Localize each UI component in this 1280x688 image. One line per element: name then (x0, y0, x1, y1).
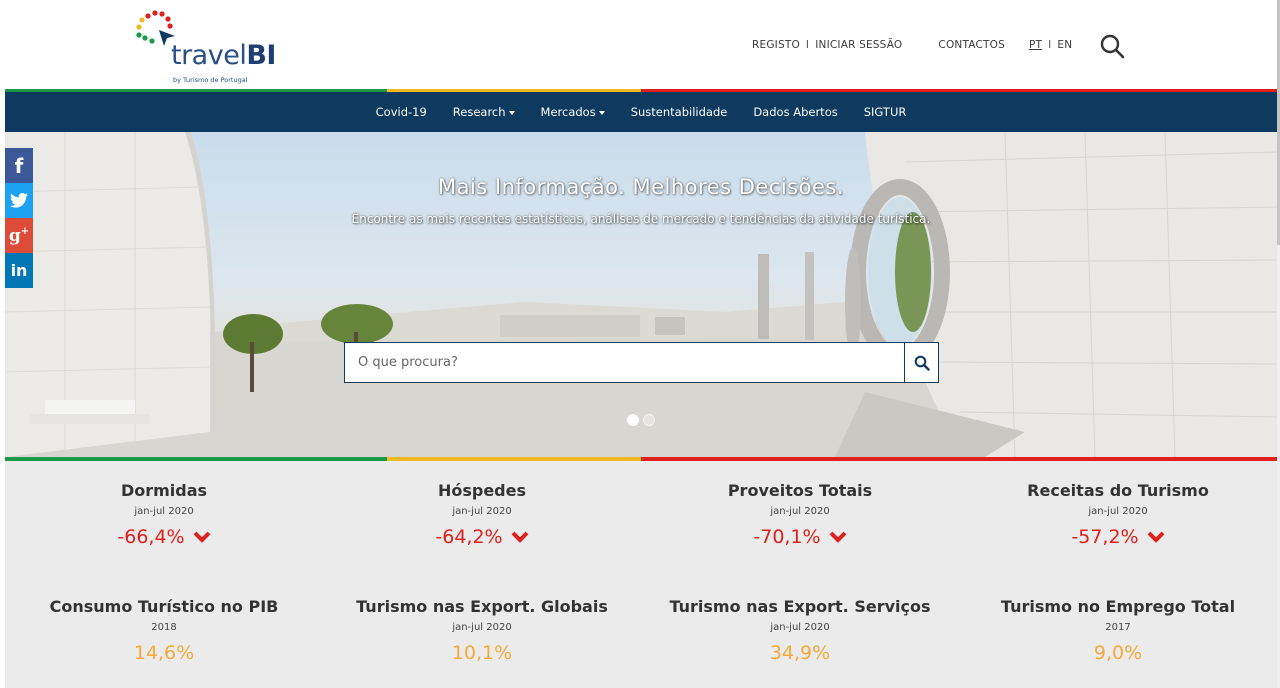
stat-hospedes[interactable]: Hóspedes jan-jul 2020 -64,2% (323, 481, 641, 548)
logo-subtitle: by Turismo de Portugal (173, 76, 248, 84)
social-share-bar: f g + in (5, 148, 33, 288)
main-navbar: Covid-19 Research Mercados Sustentabilid… (5, 92, 1277, 132)
carousel-dot-1[interactable] (627, 414, 639, 426)
nav-sustentabilidade[interactable]: Sustentabilidade (631, 105, 728, 119)
nav-dados-abertos[interactable]: Dados Abertos (753, 105, 837, 119)
stat-title: Proveitos Totais (727, 481, 873, 500)
contactos-link[interactable]: CONTACTOS (938, 39, 1005, 51)
lang-divider: I (1048, 39, 1052, 51)
registo-link[interactable]: REGISTO (752, 39, 800, 51)
stat-title: Turismo nas Export. Serviços (669, 597, 931, 616)
logo-wordmark: travelBI (171, 40, 276, 71)
caret-down-icon (508, 110, 515, 115)
stat-period: jan-jul 2020 (770, 622, 830, 633)
lang-en-link[interactable]: EN (1057, 39, 1072, 51)
carousel-dot-2[interactable] (643, 414, 655, 426)
stat-dormidas[interactable]: Dormidas jan-jul 2020 -66,4% (5, 481, 323, 548)
link-divider: I (805, 39, 810, 51)
stat-period: 2017 (1105, 622, 1131, 633)
stat-title: Hóspedes (437, 481, 527, 500)
search-icon (914, 355, 930, 371)
stat-proveitos[interactable]: Proveitos Totais jan-jul 2020 -70,1% (641, 481, 959, 548)
chevron-down-icon (511, 531, 529, 543)
stat-title: Turismo nas Export. Globais (356, 597, 608, 616)
stat-value: 10,1% (451, 642, 513, 664)
nav-research[interactable]: Research (453, 105, 515, 119)
stat-value: 34,9% (769, 642, 831, 664)
stat-period: jan-jul 2020 (452, 506, 512, 517)
stat-export-globais[interactable]: Turismo nas Export. Globais jan-jul 2020… (323, 597, 641, 664)
hero-title: Mais Informação. Melhores Decisões. (437, 175, 845, 199)
nav-covid[interactable]: Covid-19 (376, 105, 427, 119)
caret-down-icon (598, 110, 605, 115)
linkedin-icon[interactable]: in (5, 253, 33, 288)
stat-consumo-pib[interactable]: Consumo Turístico no PIB 2018 14,6% (5, 597, 323, 664)
stat-title: Turismo no Emprego Total (1000, 597, 1236, 616)
nav-sigtur[interactable]: SIGTUR (864, 105, 907, 119)
hero-banner: Mais Informação. Melhores Decisões. Enco… (5, 132, 1277, 457)
search-icon[interactable] (1099, 33, 1125, 59)
stat-title: Receitas do Turismo (1027, 481, 1209, 500)
stat-period: jan-jul 2020 (134, 506, 194, 517)
top-links: REGISTO I INICIAR SESSÃO CONTACTOS PT I … (752, 39, 1072, 51)
stat-emprego-total[interactable]: Turismo no Emprego Total 2017 9,0% (959, 597, 1277, 664)
stat-period: jan-jul 2020 (770, 506, 830, 517)
stat-title: Consumo Turístico no PIB (49, 597, 279, 616)
login-link[interactable]: INICIAR SESSÃO (815, 39, 902, 51)
nav-mercados[interactable]: Mercados (541, 105, 605, 119)
stat-export-servicos[interactable]: Turismo nas Export. Serviços jan-jul 202… (641, 597, 959, 664)
travelbi-logo[interactable]: travelBI by Turismo de Portugal (135, 10, 276, 90)
twitter-icon[interactable] (5, 183, 33, 218)
stat-value: -57,2% (1071, 526, 1165, 548)
lang-pt-link[interactable]: PT (1029, 39, 1042, 51)
stat-period: jan-jul 2020 (1088, 506, 1148, 517)
stat-value: -66,4% (117, 526, 211, 548)
stats-section: Dormidas jan-jul 2020 -66,4% Hóspedes ja… (5, 461, 1277, 688)
carousel-indicators (625, 414, 657, 426)
hero-subtitle: Encontre as mais recentes estatísticas, … (351, 212, 931, 226)
chevron-down-icon (829, 531, 847, 543)
stat-value: 9,0% (1093, 642, 1143, 664)
stat-period: 2018 (151, 622, 177, 633)
chevron-down-icon (193, 531, 211, 543)
google-plus-icon[interactable]: g + (5, 218, 33, 253)
stat-title: Dormidas (120, 481, 208, 500)
stat-receitas[interactable]: Receitas do Turismo jan-jul 2020 -57,2% (959, 481, 1277, 548)
search-button[interactable] (904, 343, 938, 382)
chevron-down-icon (1147, 531, 1165, 543)
stat-value: -64,2% (435, 526, 529, 548)
search-input[interactable] (345, 343, 904, 382)
stat-period: jan-jul 2020 (452, 622, 512, 633)
stat-value: 14,6% (133, 642, 195, 664)
facebook-icon[interactable]: f (5, 148, 33, 183)
site-header: travelBI by Turismo de Portugal REGISTO … (0, 0, 1277, 90)
stat-value: -70,1% (753, 526, 847, 548)
hero-search (344, 342, 939, 383)
